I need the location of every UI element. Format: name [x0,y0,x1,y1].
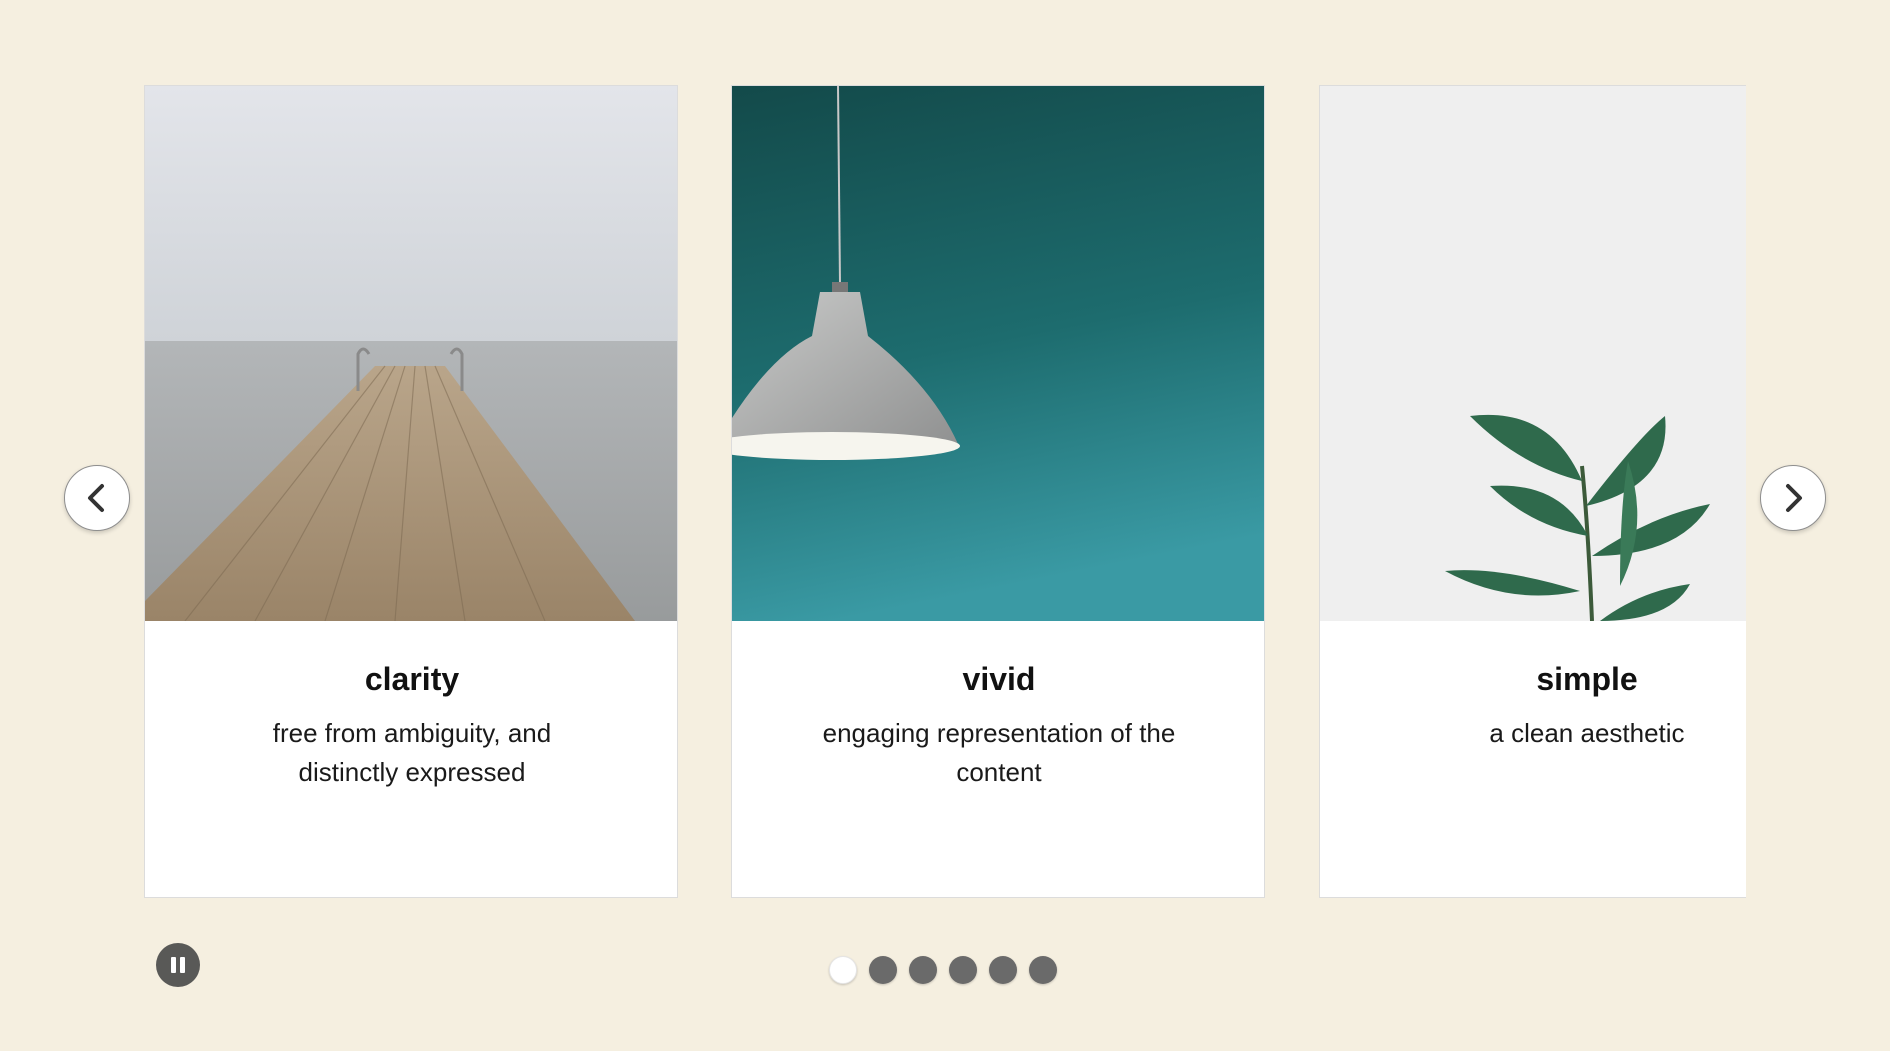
card-description: free from ambiguity, and distinctly expr… [272,718,552,787]
carousel: clarity free from ambiguity, and distinc… [0,0,1890,1051]
pendant-lamp-photo [732,86,1264,621]
card-title: simple [1536,661,1638,697]
next-slide-button[interactable] [1760,465,1826,531]
pier-photo [145,86,677,621]
card-clarity[interactable]: clarity free from ambiguity, and distinc… [144,85,678,898]
pause-icon [171,957,185,973]
card-title: clarity [364,661,460,697]
card-title: vivid [962,661,1036,697]
pagination-dot[interactable] [909,956,937,984]
pagination-dot[interactable] [1029,956,1057,984]
carousel-viewport: clarity free from ambiguity, and distinc… [144,85,1746,899]
card-vivid[interactable]: vivid engaging representation of the con… [731,85,1265,898]
pagination-dot[interactable] [869,956,897,984]
carousel-track: clarity free from ambiguity, and distinc… [144,85,1746,899]
plant-photo [1320,86,1746,621]
previous-slide-button[interactable] [64,465,130,531]
pagination-dot[interactable] [829,956,857,984]
card-simple[interactable]: simple a clean aesthetic [1319,85,1746,898]
pause-autoplay-button[interactable] [156,943,200,987]
card-description: a clean aesthetic [1489,718,1685,748]
pagination-dot[interactable] [949,956,977,984]
card-description: engaging representation of the content [822,718,1176,787]
pagination-dot[interactable] [989,956,1017,984]
chevron-right-icon [1786,484,1802,512]
chevron-left-icon [88,484,104,512]
